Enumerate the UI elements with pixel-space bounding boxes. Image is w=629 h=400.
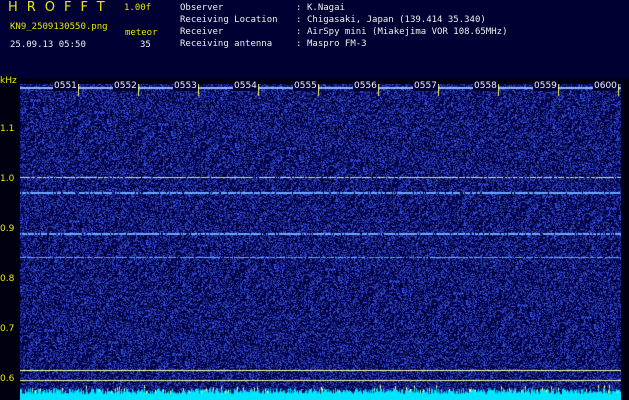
- version-label: 1.00f: [124, 3, 152, 13]
- y-tick-label: 0.8: [0, 274, 15, 284]
- separator: :: [296, 27, 302, 37]
- filename-label: KN9_2509130550.png: [10, 22, 108, 32]
- meteor-label: meteor: [125, 28, 158, 38]
- spectrogram-plot: 0551 0552 0553 0554 0555 0556 0557 0558 …: [20, 81, 621, 400]
- axis-unit-label: kHz: [0, 76, 17, 86]
- time-tick-label: 0600: [593, 81, 618, 91]
- separator: :: [296, 39, 302, 49]
- time-tick-label: 0554: [233, 81, 258, 91]
- separator: :: [296, 3, 302, 13]
- info-label-receiver: Receiver: [180, 27, 224, 37]
- info-value-antenna: Maspro FM-3: [307, 39, 367, 49]
- y-tick-label: 1.0: [0, 174, 15, 184]
- time-tick-label: 0559: [533, 81, 558, 91]
- info-label-location: Receiving Location: [180, 15, 278, 25]
- time-axis: 0551 0552 0553 0554 0555 0556 0557 0558 …: [20, 81, 621, 94]
- time-tick-label: 0551: [53, 81, 78, 91]
- y-tick-label: 0.7: [0, 324, 15, 334]
- y-tick-label: 1.1: [0, 124, 15, 134]
- time-tick-label: 0553: [173, 81, 198, 91]
- spectrogram-canvas: [20, 84, 621, 400]
- separator: :: [296, 15, 302, 25]
- info-value-receiver: AirSpy mini (Miakejima VOR 108.65MHz): [307, 27, 508, 37]
- y-tick-label: 0.9: [0, 224, 15, 234]
- info-value-observer: K.Nagai: [307, 3, 345, 13]
- time-tick-label: 0558: [473, 81, 498, 91]
- meteor-count: 35: [140, 40, 151, 50]
- time-tick-label: 0557: [413, 81, 438, 91]
- time-tick-label: 0555: [293, 81, 318, 91]
- info-value-location: Chigasaki, Japan (139.414 35.340): [307, 15, 486, 25]
- info-label-antenna: Receiving antenna: [180, 39, 273, 49]
- app-title: HROFFT: [8, 0, 114, 15]
- y-tick-label: 0.6: [0, 374, 15, 384]
- frequency-axis: kHz 1.1 1.0 0.9 0.8 0.7 0.6: [0, 76, 20, 400]
- timestamp-label: 25.09.13 05:50: [10, 40, 86, 50]
- time-tick-label: 0556: [353, 81, 378, 91]
- info-label-observer: Observer: [180, 3, 224, 13]
- header-panel: HROFFT 1.00f KN9_2509130550.png 25.09.13…: [0, 0, 629, 78]
- time-tick-label: 0552: [113, 81, 138, 91]
